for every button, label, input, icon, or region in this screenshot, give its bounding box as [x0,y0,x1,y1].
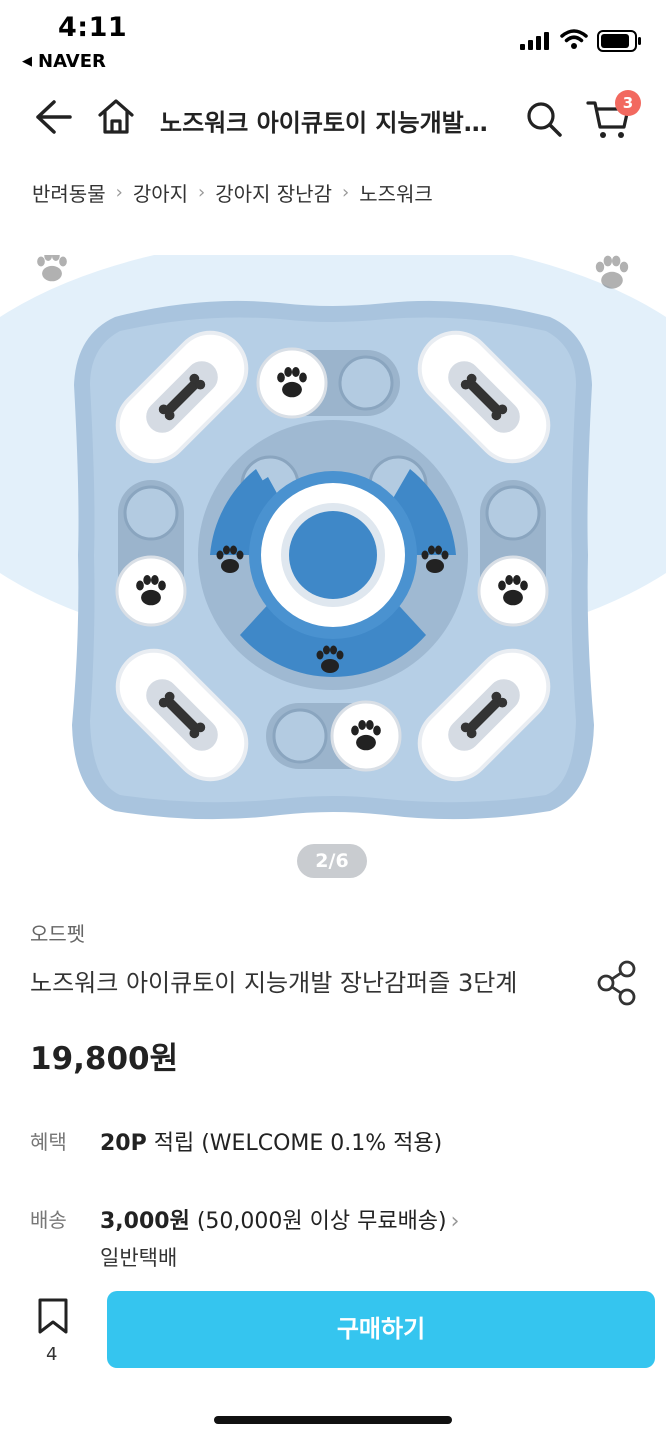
search-icon[interactable] [524,99,564,139]
breadcrumb-item[interactable]: 노즈워크 [359,178,433,207]
shipping-text: (50,000원 이상 무료배송) [189,1209,447,1234]
bookmark-count: 4 [46,1344,58,1365]
shipping-value[interactable]: 3,000원 (50,000원 이상 무료배송) › [100,1203,459,1235]
brand-name[interactable]: 오드펫 [30,918,85,947]
cart-count-badge: 3 [615,90,641,116]
share-icon[interactable] [596,960,638,1006]
buy-button[interactable]: 구매하기 [107,1291,655,1368]
shipping-method: 일반택배 [100,1246,178,1270]
app-header: 노즈워크 아이큐토이 지능개발… [0,85,666,151]
back-to-app-link[interactable]: ◀ NAVER [22,51,106,72]
back-app-label: NAVER [38,51,106,72]
product-price: 19,800원 [30,1041,179,1077]
benefit-text: 적립 (WELCOME 0.1% 적용) [146,1131,443,1156]
benefit-value: 20P 적립 (WELCOME 0.1% 적용) [100,1125,442,1157]
shipping-fee: 3,000원 [100,1209,190,1234]
product-name: 노즈워크 아이큐토이 지능개발 장난감퍼즐 3단계 [30,969,518,997]
back-triangle-icon: ◀ [22,54,32,69]
shipping-label: 배송 [30,1208,67,1232]
benefit-points: 20P [100,1131,147,1156]
page-title: 노즈워크 아이큐토이 지능개발… [160,109,488,137]
status-time: 4:11 [58,12,128,43]
status-bar: 4:11 ◀ NAVER [0,0,666,80]
breadcrumb-item[interactable]: 반려동물 [32,178,106,207]
home-icon[interactable] [96,97,136,137]
product-image[interactable] [0,255,666,895]
chevron-right-icon: › [341,182,350,203]
home-indicator[interactable] [214,1416,452,1424]
back-arrow-icon[interactable] [32,97,74,137]
breadcrumb-item[interactable]: 강아지 장난감 [215,178,332,207]
bookmark-icon[interactable] [36,1297,70,1335]
chevron-right-icon: › [198,182,206,203]
chevron-right-icon: › [450,1209,460,1234]
breadcrumb: 반려동물 › 강아지 › 강아지 장난감 › 노즈워크 [32,178,433,207]
signal-icon [520,32,549,50]
gallery-pager: 2/6 [297,844,367,878]
battery-icon [597,30,641,52]
breadcrumb-item[interactable]: 강아지 [133,178,188,207]
chevron-right-icon: › [115,182,123,203]
benefit-label: 혜택 [30,1130,67,1154]
wifi-icon [560,29,588,49]
